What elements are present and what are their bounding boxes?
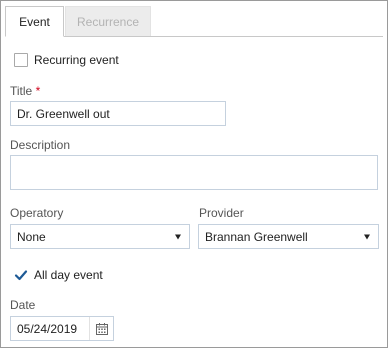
title-input[interactable]: Dr. Greenwell out [10, 101, 226, 126]
description-label: Description [10, 138, 71, 152]
provider-select[interactable]: Brannan Greenwell [198, 224, 379, 249]
recurring-event-checkbox[interactable] [14, 53, 28, 67]
title-value: Dr. Greenwell out [17, 106, 110, 121]
description-textarea[interactable] [10, 155, 378, 190]
all-day-event-checkbox[interactable] [14, 268, 28, 282]
date-label: Date [10, 298, 36, 312]
operatory-select[interactable]: None [10, 224, 190, 249]
required-marker: * [35, 84, 41, 98]
recurring-event-label: Recurring event [34, 53, 119, 67]
title-label: Title * [10, 84, 41, 98]
chevron-down-icon [175, 234, 181, 239]
all-day-event-label: All day event [34, 268, 103, 282]
checkmark-icon [14, 270, 28, 281]
provider-label: Provider [199, 206, 244, 220]
operatory-value: None [17, 229, 46, 244]
operatory-label: Operatory [10, 206, 64, 220]
tab-recurrence[interactable]: Recurrence [65, 6, 151, 37]
date-value: 05/24/2019 [17, 321, 78, 336]
date-input[interactable]: 05/24/2019 [10, 316, 114, 341]
tab-event[interactable]: Event [5, 6, 64, 37]
provider-value: Brannan Greenwell [205, 229, 308, 244]
chevron-down-icon [364, 234, 370, 239]
calendar-icon[interactable] [89, 317, 113, 340]
